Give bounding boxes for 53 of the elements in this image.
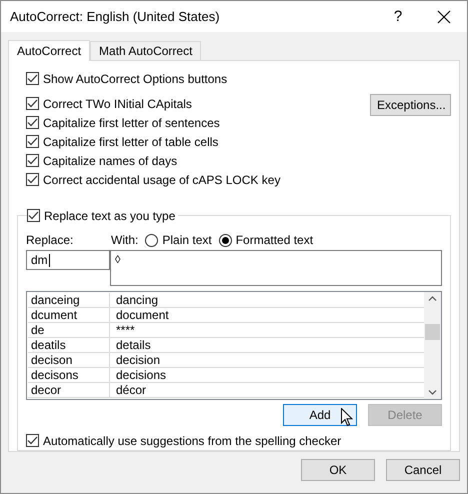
checkbox[interactable] (26, 72, 39, 85)
checkbox[interactable] (27, 209, 40, 222)
table-cell-text: decision (115, 353, 160, 367)
scroll-down-icon (428, 390, 437, 395)
help-button[interactable]: ? (375, 1, 421, 32)
table-cell-text: details (115, 338, 151, 352)
table-cell: decisons (28, 368, 110, 382)
window-title: AutoCorrect: English (United States) (10, 9, 221, 24)
entries-list[interactable]: danceing dancing dcument document de **** deatils details decison decision decisons decisions decor décor (26, 291, 442, 400)
replace-field[interactable]: dm (26, 250, 110, 270)
table-cell-text: decisions (115, 368, 166, 382)
exceptions-button[interactable]: Exceptions... (370, 94, 451, 116)
table-cell-text: document (115, 308, 169, 322)
close-icon (437, 10, 451, 24)
checkbox[interactable] (26, 116, 39, 129)
table-cell: decor (28, 383, 110, 397)
with-field[interactable]: ◊ (110, 250, 442, 286)
checkbox[interactable] (26, 434, 39, 447)
table-cell: deatils (28, 338, 110, 352)
replace-label: Replace: (26, 233, 74, 247)
option-label: Correct TWo INitial CApitals (43, 96, 192, 110)
option-label: Show AutoCorrect Options buttons (43, 72, 228, 86)
cursor-icon (341, 408, 353, 427)
radio-button[interactable] (145, 234, 158, 246)
radio-label: Formatted text (236, 233, 314, 247)
option-label: Correct accidental usage of cAPS LOCK key (43, 172, 280, 186)
table-cell-text: décor (115, 383, 146, 397)
radio-button[interactable] (218, 234, 232, 246)
table-cell: decison (28, 353, 110, 367)
group-label: Replace text as you type (44, 208, 176, 222)
option-label: Capitalize first letter of table cells (43, 134, 218, 148)
option-label: Automatically use suggestions from the spelling checker (43, 434, 342, 448)
checkbox[interactable] (26, 135, 39, 148)
table-cell: dcument (28, 308, 110, 322)
table-cell: de (28, 323, 110, 337)
scroll-up-icon (428, 296, 437, 301)
option-label: Capitalize names of days (43, 154, 178, 168)
list-action-button[interactable]: Add (283, 404, 357, 426)
checkbox[interactable] (26, 154, 39, 167)
dialog-button[interactable]: OK (301, 459, 375, 481)
tab[interactable]: AutoCorrect (8, 40, 90, 61)
scrollbar-thumb[interactable] (425, 324, 440, 340)
with-label: With: (111, 233, 138, 247)
option-label: Capitalize first letter of sentences (43, 116, 220, 130)
dialog-button[interactable]: Cancel (386, 459, 460, 481)
tab[interactable]: Math AutoCorrect (90, 41, 202, 60)
table-cell-text: dancing (115, 293, 158, 307)
table-cell: danceing (28, 293, 110, 307)
checkbox[interactable] (26, 97, 39, 110)
checkbox[interactable] (26, 173, 39, 186)
scrollbar[interactable] (424, 292, 441, 399)
table-cell-text: **** (115, 323, 135, 337)
radio-label: Plain text (162, 233, 212, 247)
